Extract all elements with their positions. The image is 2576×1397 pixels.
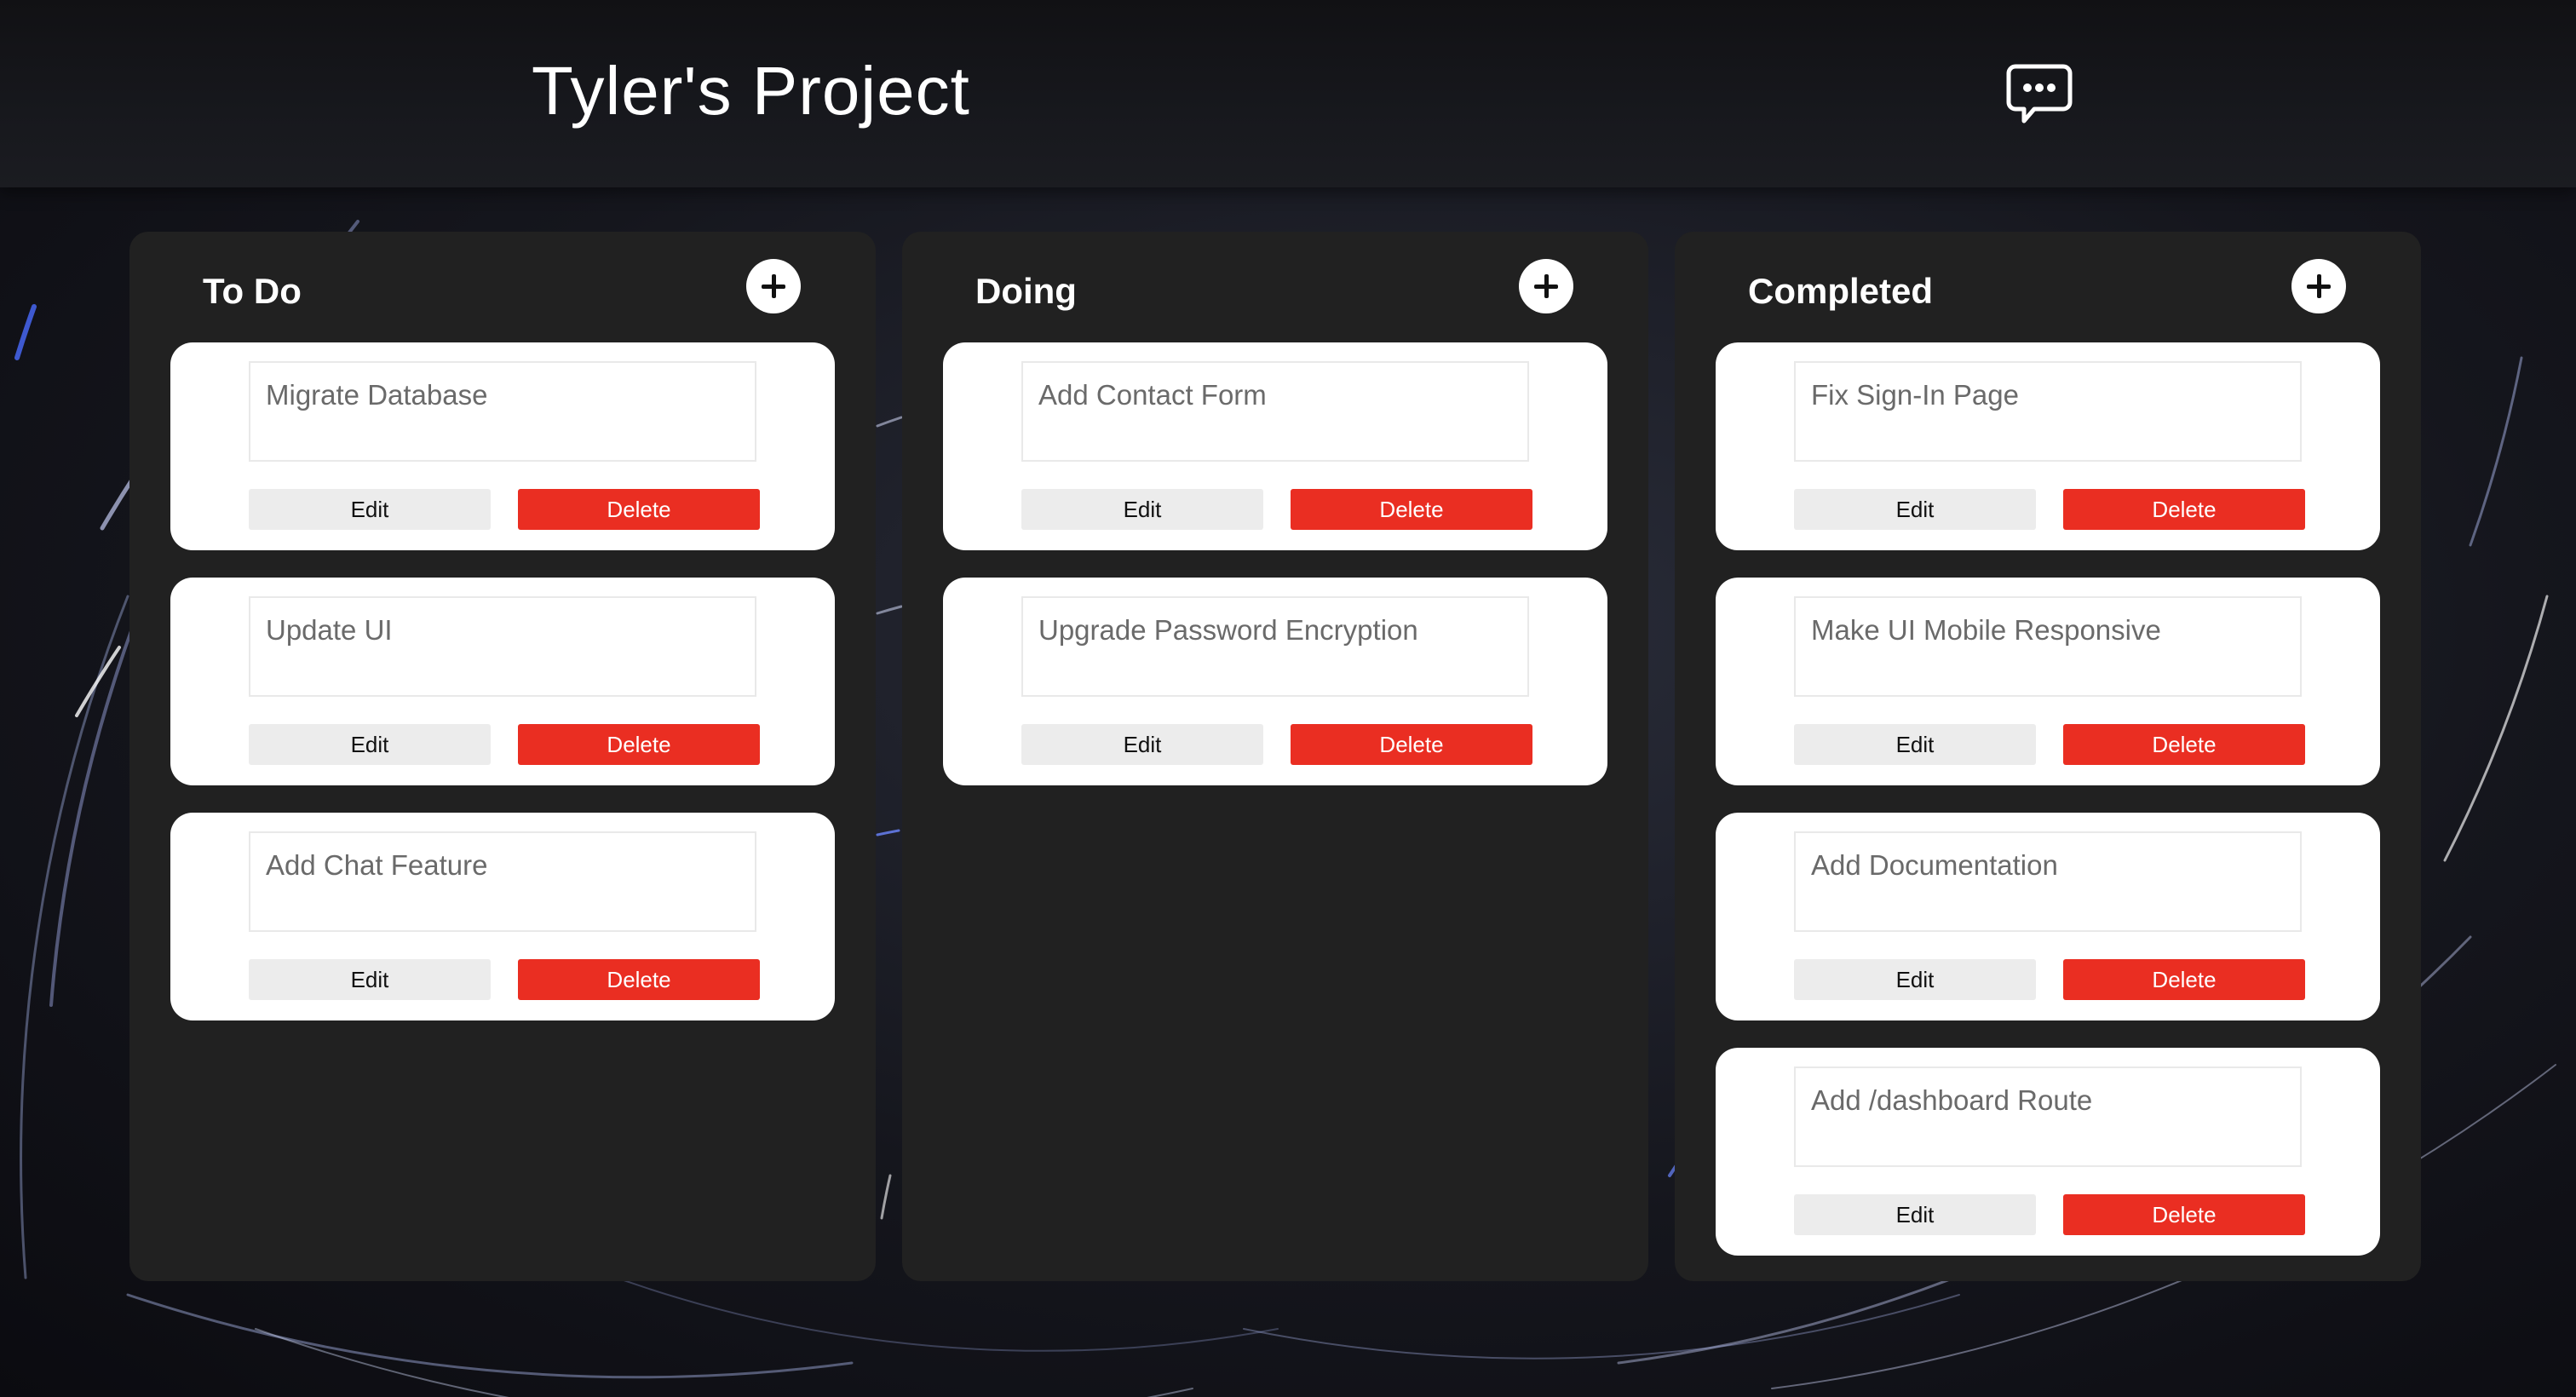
delete-button[interactable]: Delete [1291, 724, 1532, 765]
edit-button[interactable]: Edit [1794, 489, 2036, 530]
delete-button[interactable]: Delete [518, 959, 760, 1000]
task-text-field[interactable]: Update UI [249, 596, 756, 697]
task-card: Upgrade Password Encryption Edit Delete [943, 578, 1607, 785]
column-title: Completed [1748, 271, 1934, 311]
project-title: Tyler's Project [532, 53, 970, 129]
task-card: Make UI Mobile Responsive Edit Delete [1716, 578, 2380, 785]
chat-button[interactable] [2004, 58, 2075, 129]
column-title: To Do [203, 271, 302, 311]
column-title: Doing [975, 271, 1077, 311]
task-card: Fix Sign-In Page Edit Delete [1716, 342, 2380, 550]
edit-button[interactable]: Edit [1794, 724, 2036, 765]
task-text-field[interactable]: Make UI Mobile Responsive [1794, 596, 2302, 697]
edit-button[interactable]: Edit [249, 724, 491, 765]
card-list: Add Contact Form Edit Delete Upgrade Pas… [943, 342, 1607, 813]
card-list: Migrate Database Edit Delete Update UI E… [170, 342, 835, 1048]
task-text-field[interactable]: Add /dashboard Route [1794, 1066, 2302, 1167]
delete-button[interactable]: Delete [2063, 959, 2305, 1000]
delete-button[interactable]: Delete [2063, 489, 2305, 530]
column-doing: Doing Add Contact Form Edit Delete Upgra… [902, 232, 1648, 1281]
edit-button[interactable]: Edit [249, 489, 491, 530]
task-text-field[interactable]: Add Contact Form [1021, 361, 1529, 462]
edit-button[interactable]: Edit [1021, 724, 1263, 765]
add-task-button[interactable] [1519, 259, 1573, 313]
task-card: Migrate Database Edit Delete [170, 342, 835, 550]
delete-button[interactable]: Delete [1291, 489, 1532, 530]
kanban-board: To Do Migrate Database Edit Delete Updat… [0, 0, 2576, 1397]
task-card: Add Contact Form Edit Delete [943, 342, 1607, 550]
add-task-button[interactable] [746, 259, 801, 313]
task-text-field[interactable]: Add Documentation [1794, 831, 2302, 932]
edit-button[interactable]: Edit [1794, 1194, 2036, 1235]
task-card: Add /dashboard Route Edit Delete [1716, 1048, 2380, 1256]
delete-button[interactable]: Delete [2063, 724, 2305, 765]
delete-button[interactable]: Delete [518, 489, 760, 530]
column-completed: Completed Fix Sign-In Page Edit Delete M… [1675, 232, 2421, 1281]
delete-button[interactable]: Delete [518, 724, 760, 765]
task-text-field[interactable]: Add Chat Feature [249, 831, 756, 932]
task-text-field[interactable]: Fix Sign-In Page [1794, 361, 2302, 462]
chat-bubble-ellipsis-icon [2006, 64, 2073, 124]
delete-button[interactable]: Delete [2063, 1194, 2305, 1235]
task-text-field[interactable]: Migrate Database [249, 361, 756, 462]
edit-button[interactable]: Edit [249, 959, 491, 1000]
app-header: Tyler's Project [0, 0, 2576, 187]
column-to-do: To Do Migrate Database Edit Delete Updat… [129, 232, 876, 1281]
task-card: Add Documentation Edit Delete [1716, 813, 2380, 1020]
task-text-field[interactable]: Upgrade Password Encryption [1021, 596, 1529, 697]
edit-button[interactable]: Edit [1794, 959, 2036, 1000]
task-card: Add Chat Feature Edit Delete [170, 813, 835, 1020]
add-task-button[interactable] [2291, 259, 2346, 313]
card-list: Fix Sign-In Page Edit Delete Make UI Mob… [1716, 342, 2380, 1283]
task-card: Update UI Edit Delete [170, 578, 835, 785]
edit-button[interactable]: Edit [1021, 489, 1263, 530]
